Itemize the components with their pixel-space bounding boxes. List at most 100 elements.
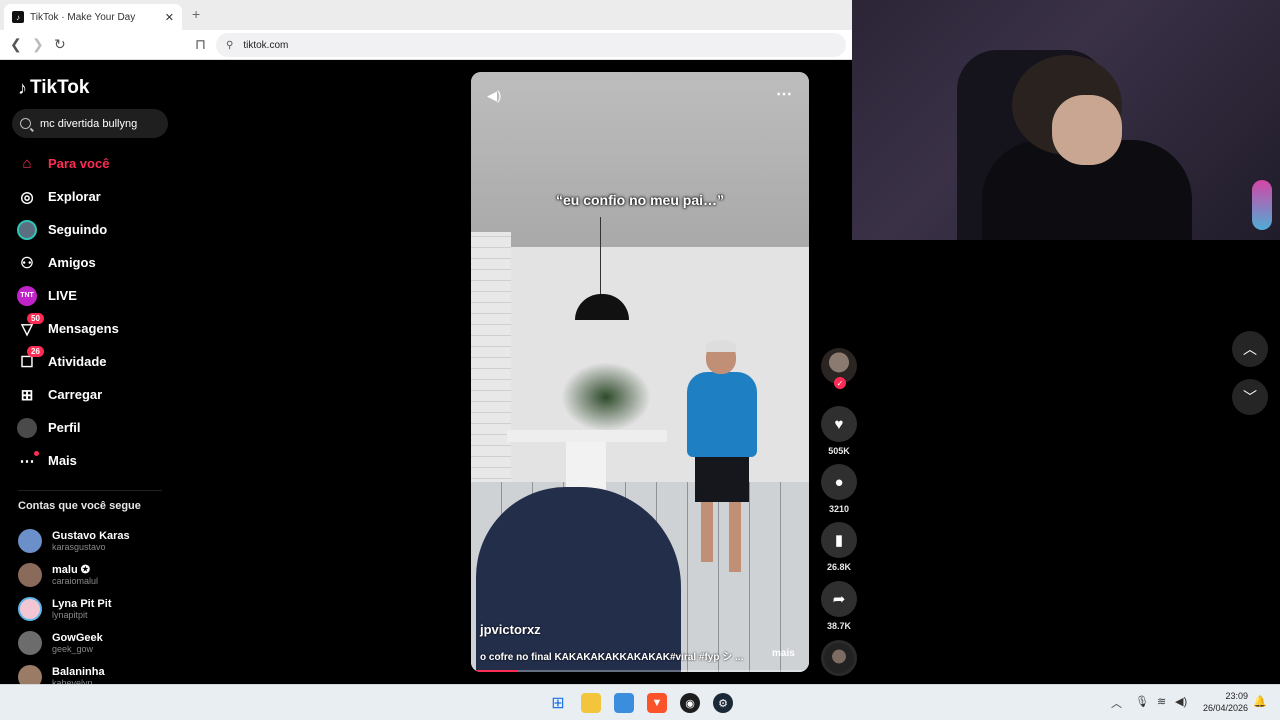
bookmark-icon[interactable]: ⊓ — [195, 36, 206, 53]
site-info-icon[interactable]: ⚲ — [226, 40, 233, 51]
heart-icon[interactable]: ♥ — [821, 406, 857, 442]
comment-count: 3210 — [828, 504, 850, 514]
back-icon[interactable]: ❮ — [10, 36, 22, 53]
account-name: Gustavo Karas — [52, 529, 130, 542]
tiktok-logo[interactable]: ♪ TikTok — [18, 77, 89, 99]
compass-icon: ◎ — [20, 188, 34, 206]
photos-icon[interactable] — [614, 693, 634, 713]
share-action[interactable]: ➦ 38.7K — [821, 581, 857, 631]
tiktok-favicon-icon: ♪ — [12, 11, 24, 23]
next-video-button[interactable]: ﹀ — [1232, 379, 1268, 415]
like-count: 505K — [828, 446, 850, 456]
nav-label: Atividade — [48, 354, 107, 369]
reload-icon[interactable]: ↻ — [54, 36, 66, 53]
browser-toolbar: ❮ ❯ ↻ ⊓ ⚲ tiktok.com — [0, 30, 852, 60]
nav-item-mais[interactable]: ⋯ Mais — [0, 444, 170, 477]
video-progress-bar[interactable] — [471, 670, 809, 672]
main-nav: ⌂ Para você ◎ Explorar Seguindo ⚇ Amigos… — [0, 147, 170, 477]
close-tab-icon[interactable]: ✕ — [165, 11, 174, 24]
nav-label: Carregar — [48, 387, 103, 402]
account-username: geek_gow — [52, 643, 94, 654]
browser-tab[interactable]: ♪ TikTok · Make Your Day ✕ — [4, 4, 182, 30]
nav-item-amigos[interactable]: ⚇ Amigos — [0, 246, 170, 279]
activity-badge: 26 — [27, 345, 44, 357]
file-explorer-icon[interactable] — [581, 693, 601, 713]
windows-start-icon[interactable]: ⊞ — [548, 693, 568, 713]
nav-item-perfil[interactable]: Perfil — [0, 411, 170, 444]
author-avatar[interactable]: ✓ — [821, 348, 857, 389]
url-text: tiktok.com — [243, 39, 289, 51]
avatar — [18, 597, 42, 621]
following-account[interactable]: GowGeek geek_gow — [18, 626, 168, 660]
video-scene-lamp-cord — [600, 217, 601, 302]
nav-item-atividade[interactable]: ☐ 26 Atividade — [0, 345, 170, 378]
wifi-icon[interactable]: ≋ — [1157, 695, 1166, 708]
video-player[interactable]: “eu confio no meu pai…” ◀) ⋯ jpvictorxz … — [471, 72, 809, 672]
live-icon: TNT — [17, 285, 37, 306]
forward-icon[interactable]: ❯ — [32, 36, 44, 53]
nav-item-carregar[interactable]: ⊞ Carregar — [0, 378, 170, 411]
video-scene-plants — [561, 362, 651, 432]
music-disc-avatar[interactable] — [821, 640, 857, 676]
nav-item-explorar[interactable]: ◎ Explorar — [0, 180, 170, 213]
microphone-icon[interactable]: 🎙 — [1135, 695, 1149, 708]
nav-item-seguindo[interactable]: Seguindo — [0, 213, 170, 246]
search-input[interactable]: mc divertida bullyng — [12, 109, 168, 138]
avatar — [18, 563, 42, 587]
video-scene-wall — [507, 247, 809, 487]
activity-icon: ☐ 26 — [17, 345, 44, 372]
profile-icon — [17, 417, 37, 438]
divider — [18, 490, 162, 491]
more-description-link[interactable]: mais — [772, 648, 795, 659]
steam-icon[interactable]: ⚙ — [713, 693, 733, 713]
notifications-icon[interactable]: 🔔 — [1253, 695, 1267, 708]
avatar — [18, 665, 42, 684]
bookmark-icon[interactable]: ▮ — [821, 522, 857, 558]
video-scene-shirt — [687, 372, 757, 457]
nav-item-live[interactable]: TNT LIVE — [0, 279, 170, 312]
comment-action[interactable]: ● 3210 — [821, 464, 857, 514]
webcam-light — [1252, 180, 1272, 230]
share-icon[interactable]: ➦ — [821, 581, 857, 617]
account-username: lynapitpit — [52, 609, 88, 620]
like-action[interactable]: ♥ 505K — [821, 406, 857, 456]
video-description: o cofre no final KAKAKAKAKKAKAKAK#viral … — [480, 652, 744, 663]
account-name: malu ✪ — [52, 563, 90, 576]
comment-icon[interactable]: ● — [821, 464, 857, 500]
nav-item-mensagens[interactable]: ▽ 50 Mensagens — [0, 312, 170, 345]
volume-icon[interactable]: ◀) — [487, 88, 505, 106]
tiktok-logo-icon: ♪ — [18, 77, 27, 98]
nav-item-para-voce[interactable]: ⌂ Para você — [0, 147, 170, 180]
video-text-overlay: “eu confio no meu pai…” — [555, 192, 724, 208]
video-author[interactable]: jpvictorxz — [480, 622, 541, 637]
video-scene-table — [507, 430, 667, 442]
more-options-icon[interactable]: ⋯ — [776, 84, 793, 104]
nav-label: Mensagens — [48, 321, 119, 336]
account-username: caraiomalul — [52, 575, 99, 586]
chevron-down-icon: ﹀ — [1243, 389, 1257, 405]
video-scene-leg — [701, 502, 713, 562]
following-section-title: Contas que você segue — [18, 500, 141, 512]
system-clock[interactable]: 23:09 26/04/2026 — [1203, 690, 1248, 714]
new-tab-icon[interactable]: + — [192, 6, 200, 22]
logo-text: TikTok — [30, 77, 90, 98]
previous-video-button[interactable]: ︿ — [1232, 331, 1268, 367]
save-action[interactable]: ▮ 26.8K — [821, 522, 857, 572]
account-name: Balaninha — [52, 665, 105, 678]
friends-icon: ⚇ — [20, 254, 34, 272]
brave-browser-icon[interactable]: ▼ — [647, 693, 667, 713]
following-account[interactable]: Balaninha kahevelyn — [18, 660, 168, 684]
home-icon: ⌂ — [22, 155, 32, 172]
upload-icon: ⊞ — [20, 386, 34, 404]
following-account[interactable]: Gustavo Karas karasgustavo — [18, 524, 168, 558]
following-account[interactable]: malu ✪ caraiomalul — [18, 558, 168, 592]
address-bar[interactable]: ⚲ tiktok.com — [216, 33, 846, 57]
webcam-overlay — [852, 0, 1280, 240]
following-account[interactable]: Lyna Pit Pit lynapitpit — [18, 592, 168, 626]
tray-overflow-icon[interactable]: ︿ — [1111, 695, 1122, 711]
speaker-icon[interactable]: ◀) — [1175, 695, 1187, 708]
video-scene-leg — [729, 502, 741, 572]
screen: ♪ TikTok · Make Your Day ✕ + ❮ ❯ ↻ ⊓ ⚲ t… — [0, 0, 1280, 720]
follow-check-icon[interactable]: ✓ — [834, 377, 846, 389]
obs-icon[interactable]: ◉ — [680, 693, 700, 713]
